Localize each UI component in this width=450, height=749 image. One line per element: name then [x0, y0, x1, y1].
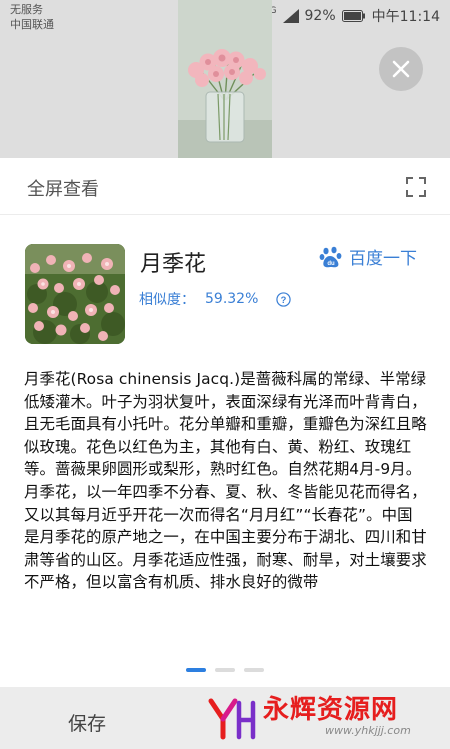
- page-indicator: [0, 668, 450, 672]
- battery-icon: [341, 10, 365, 22]
- watermark: 永辉资源网 www.yhkjjj.com: [205, 695, 411, 741]
- carrier-info: 无服务 中国联通: [10, 2, 54, 32]
- expand-icon[interactable]: [406, 177, 426, 197]
- baidu-link-label: 百度一下: [349, 249, 417, 269]
- background-dim-area[interactable]: 无服务 中国联通 4G 92% 中午11: [0, 0, 450, 158]
- page-dot[interactable]: [215, 668, 235, 672]
- svg-text:?: ?: [281, 294, 287, 304]
- query-photo: [178, 0, 272, 158]
- close-button[interactable]: [379, 47, 423, 91]
- carrier-line2: 中国联通: [10, 18, 54, 31]
- baidu-search-link[interactable]: du 百度一下: [319, 244, 417, 269]
- save-button[interactable]: 保存: [68, 709, 106, 736]
- plant-description: 月季花(Rosa chinensis Jacq.)是蔷薇科属的常绿、半常绿低矮灌…: [24, 370, 427, 592]
- signal-icon: [282, 9, 299, 23]
- close-icon: [392, 60, 410, 78]
- similarity-row: 相似度： 59.32% ?: [139, 289, 292, 309]
- watermark-logo-icon: [208, 698, 256, 740]
- similarity-label: 相似度：: [139, 292, 195, 308]
- svg-text:du: du: [327, 261, 335, 267]
- carrier-line1: 无服务: [10, 3, 43, 16]
- page-dot[interactable]: [186, 668, 206, 672]
- similarity-value: 59.32%: [205, 291, 259, 307]
- battery-percent: 92%: [304, 8, 336, 24]
- result-thumbnail: [25, 244, 125, 344]
- bottom-bar: 保存 永辉资源网 www.yhkjjj.com: [0, 687, 450, 749]
- fullscreen-label: 全屏查看: [27, 179, 99, 200]
- baidu-paw-icon: du: [319, 246, 342, 267]
- page-dot[interactable]: [244, 668, 264, 672]
- fullscreen-row[interactable]: 全屏查看: [0, 158, 450, 215]
- plant-name: 月季花: [140, 252, 207, 277]
- watermark-url: www.yhkjjj.com: [325, 724, 411, 737]
- clock: 中午11:14: [371, 9, 440, 25]
- result-sheet: 全屏查看 月季花 du 百度一下 相似度： 59.32% ? 月季花(Rosa …: [0, 158, 450, 749]
- description-container[interactable]: 月季花(Rosa chinensis Jacq.)是蔷薇科属的常绿、半常绿低矮灌…: [24, 368, 428, 628]
- help-icon[interactable]: ?: [276, 291, 292, 307]
- watermark-text: 永辉资源网: [263, 695, 399, 725]
